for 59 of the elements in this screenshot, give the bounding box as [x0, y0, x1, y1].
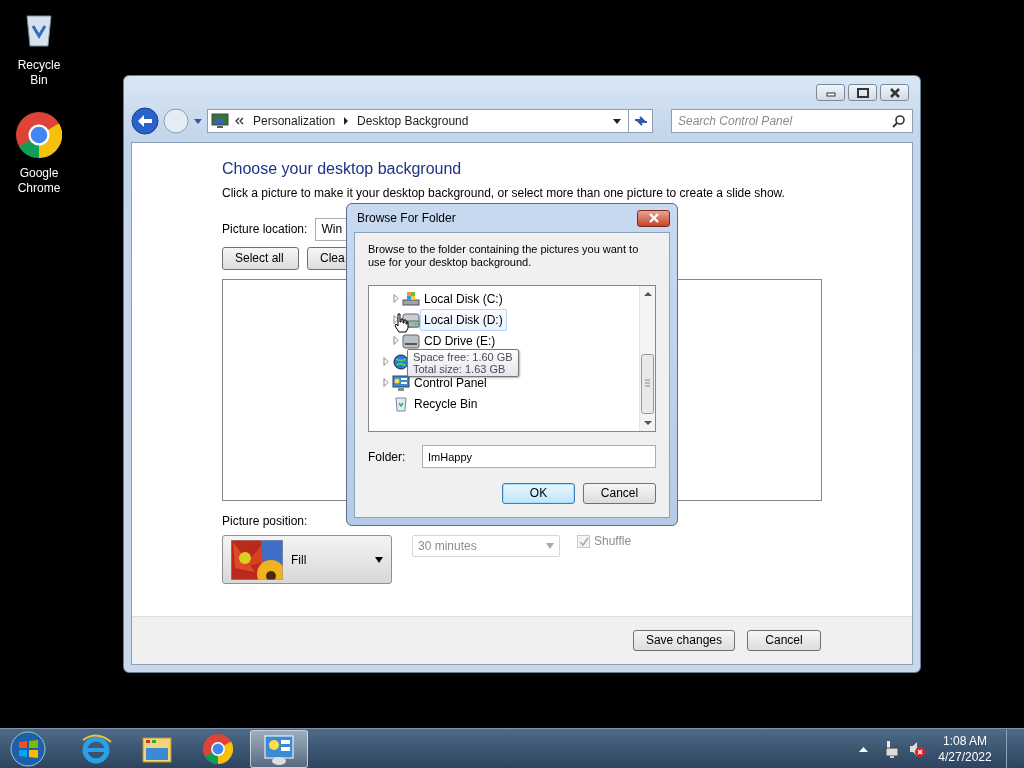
desktop-icon-label[interactable]: Google Chrome — [8, 166, 70, 196]
page-heading: Choose your desktop background — [222, 159, 463, 179]
search-icon[interactable] — [892, 114, 906, 128]
history-dropdown-icon[interactable] — [193, 117, 203, 125]
close-icon — [647, 213, 660, 223]
tooltip-line: Space free: 1.60 GB — [413, 351, 513, 363]
recycle-bin-icon — [392, 394, 410, 413]
hand-cursor-icon — [393, 313, 409, 333]
scroll-up-icon[interactable] — [643, 291, 652, 296]
chrome-icon[interactable] — [16, 112, 62, 158]
scroll-down-icon[interactable] — [643, 421, 652, 426]
field-label: Picture position: — [222, 513, 309, 531]
tooltip-line: Total size: 1.63 GB — [413, 363, 507, 375]
footer-button[interactable]: Save changes — [632, 630, 735, 651]
monitor-icon — [211, 113, 229, 129]
dropdown-arrow-icon — [546, 543, 554, 550]
tree-item[interactable]: Local Disk (D:) — [420, 308, 507, 331]
dropdown-arrow-icon — [375, 556, 383, 563]
address-bar[interactable]: Personalization Desktop Background — [207, 109, 653, 133]
field-label: Picture location: — [222, 221, 308, 239]
chevrons-icon — [235, 117, 245, 125]
chrome-icon — [203, 733, 233, 764]
cd-drive-icon — [402, 331, 420, 350]
desktop-icon-label[interactable]: Recycle Bin — [8, 58, 70, 88]
control-panel-icon — [392, 373, 410, 392]
tree-item[interactable]: Local Disk (C:) — [420, 287, 507, 310]
show-hidden-icons-icon[interactable] — [859, 745, 868, 752]
dialog-button[interactable]: Cancel — [583, 483, 656, 504]
field-label: Folder: — [368, 448, 406, 466]
close-button[interactable] — [880, 84, 909, 101]
tree-item[interactable]: Recycle Bin — [410, 392, 482, 415]
footer-button[interactable]: Cancel — [747, 630, 821, 651]
clock[interactable]: 1:08 AM 4/27/2022 — [930, 732, 1000, 765]
expand-arrow-icon[interactable] — [393, 315, 399, 324]
back-button[interactable] — [131, 107, 159, 135]
maximize-icon — [855, 86, 870, 99]
dialog-title: Browse For Folder — [357, 210, 456, 227]
page-description: Click a picture to make it your desktop background, or select more than one picture to create a slide show. — [222, 185, 786, 203]
close-button[interactable] — [637, 209, 670, 227]
breadcrumb[interactable]: Personalization — [251, 112, 338, 130]
scroll-bar[interactable] — [639, 286, 655, 431]
close-icon — [887, 86, 902, 99]
maximize-button[interactable] — [848, 84, 877, 101]
start-button — [9, 729, 47, 768]
scroll-thumb[interactable] — [641, 353, 654, 414]
network-icon[interactable] — [882, 739, 900, 758]
refresh-icon[interactable] — [632, 114, 649, 128]
system-drive-icon — [402, 289, 420, 308]
dialog-button[interactable]: OK — [502, 483, 575, 504]
breadcrumb-arrow-icon[interactable] — [343, 117, 350, 125]
search-field[interactable]: Search Control Panel — [671, 109, 913, 133]
position-dropdown[interactable]: Fill — [222, 535, 392, 585]
tree-item[interactable]: CD Drive (E:) — [420, 329, 500, 352]
checkbox-label: Shuffle — [594, 535, 632, 551]
toolbar-button[interactable]: Select all — [222, 247, 299, 271]
breadcrumb[interactable]: Desktop Background — [355, 112, 471, 130]
taskbar-button[interactable] — [250, 729, 308, 768]
folder-input[interactable]: ImHappy — [422, 445, 656, 468]
dropdown-arrow-icon[interactable] — [612, 117, 622, 125]
